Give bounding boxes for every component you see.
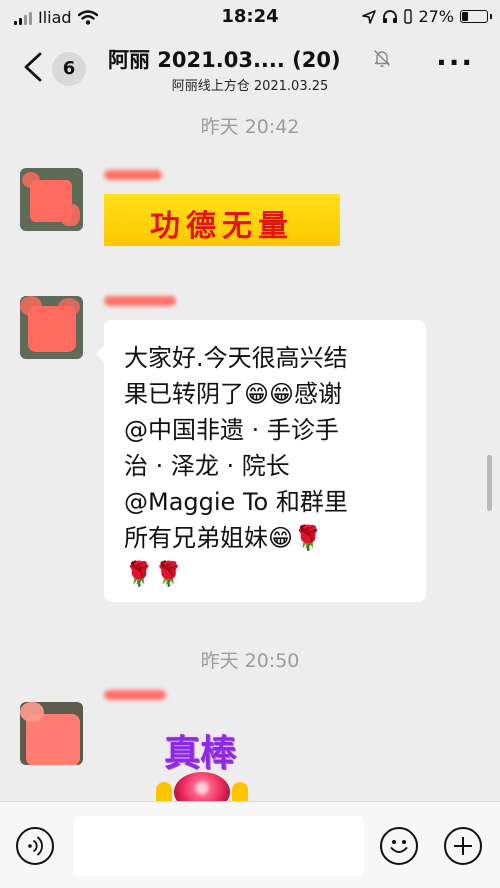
- chat-header: 6 阿丽 2021.03.... (20) 阿丽线上方仓 2021.03.25 …: [0, 34, 500, 100]
- sticker-text: 真棒: [163, 733, 236, 774]
- battery-saver-icon: [404, 9, 413, 24]
- chat-subtitle: 阿丽线上方仓 2021.03.25: [171, 79, 329, 94]
- chat-title: 阿丽 2021.03.... (20): [108, 48, 341, 72]
- timestamp: 昨天 20:42: [200, 116, 300, 138]
- emoji-button[interactable]: [380, 827, 418, 865]
- smiley-icon: [390, 840, 408, 853]
- headphones-icon: [383, 10, 398, 23]
- avatar[interactable]: [20, 296, 83, 359]
- timestamp: 昨天 20:50: [200, 650, 300, 672]
- voice-input-button[interactable]: [16, 827, 54, 865]
- sender-name-redacted: [104, 296, 176, 306]
- more-options-icon[interactable]: ···: [436, 49, 474, 77]
- scrollbar[interactable]: [487, 455, 492, 511]
- input-bar: [0, 801, 500, 888]
- sticker-text: 功德无量: [150, 209, 294, 244]
- message-text: 大家好.今天很高兴结 果已转阴了😁😁感谢 @中国非遗 · 手诊手 治 · 泽龙 …: [124, 344, 348, 588]
- sticker-message[interactable]: 真棒: [140, 724, 260, 812]
- sticker-message[interactable]: 功德无量: [104, 194, 340, 246]
- avatar[interactable]: [20, 702, 83, 765]
- voice-icon: [28, 836, 43, 856]
- location-arrow-icon: [362, 9, 377, 24]
- message-input[interactable]: [74, 816, 364, 876]
- battery-icon: [460, 10, 492, 23]
- more-functions-button[interactable]: [444, 827, 482, 865]
- text-message-bubble[interactable]: 大家好.今天很高兴结 果已转阴了😁😁感谢 @中国非遗 · 手诊手 治 · 泽龙 …: [96, 320, 426, 602]
- status-bar: Iliad 18:24 27%: [0, 0, 500, 34]
- battery-percent: 27%: [418, 7, 454, 26]
- sender-name-redacted: [104, 690, 166, 700]
- sender-name-redacted: [104, 170, 162, 180]
- plus-icon: [454, 837, 472, 855]
- avatar[interactable]: [20, 168, 83, 231]
- muted-bell-icon: [374, 50, 390, 67]
- status-right: 27%: [362, 7, 492, 26]
